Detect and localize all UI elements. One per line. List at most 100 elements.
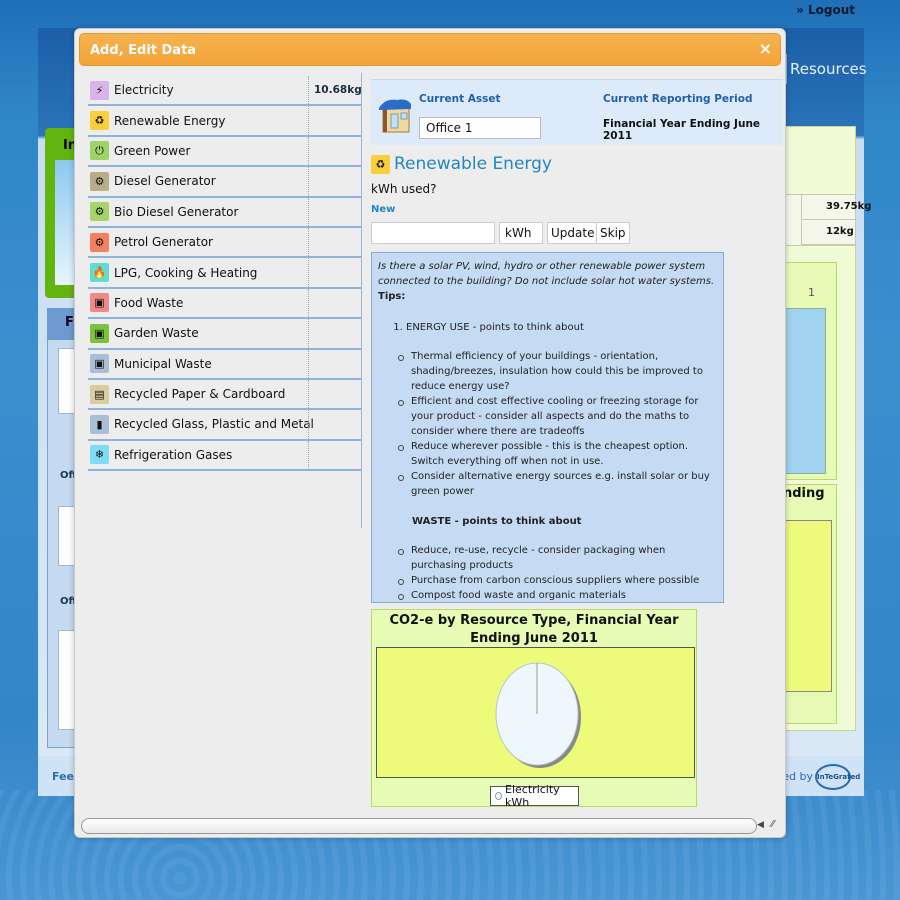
section-heading: ♻ Renewable Energy (371, 154, 552, 174)
resource-value (308, 136, 361, 166)
close-icon[interactable]: × (759, 39, 772, 58)
gear-icon: ⚙ (90, 232, 109, 252)
tip-item: Purchase from carbon conscious suppliers… (398, 573, 717, 588)
asset-info-panel: Current Asset Office 1 Current Reporting… (371, 79, 783, 145)
resource-value (308, 440, 361, 470)
usage-question: kWh used? (371, 182, 437, 196)
background-chart-title: nding (783, 486, 825, 501)
flame-icon: 🔥 (90, 263, 109, 283)
energy-heading: ENERGY USE - points to think about (406, 320, 717, 335)
pie-chart-svg (495, 662, 581, 768)
tips-question: Is there a solar PV, wind, hydro or othe… (378, 261, 715, 287)
resource-list: ⚡ Electricity 10.68kg ♻ Renewable Energy ⏻ Gre… (88, 76, 362, 472)
current-asset-field[interactable]: Office 1 (419, 117, 541, 139)
background-blue-panel-title: F (65, 315, 74, 330)
tips-panel: Is there a solar PV, wind, hydro or othe… (371, 252, 724, 603)
food-bin-icon: ▣ (90, 293, 109, 313)
recycle-icon: ♻ (90, 111, 109, 131)
resource-value (308, 319, 361, 348)
resource-value: 10.68kg (308, 76, 362, 105)
column-divider (361, 73, 362, 528)
tip-item: Consider alternative energy sources e.g.… (398, 469, 717, 499)
add-edit-data-dialog: Add, Edit Data × ⚡ Electricity 10.68kg ♻ Ren… (74, 28, 786, 838)
reporting-period-label: Current Reporting Period (603, 93, 753, 105)
reporting-period-value: Financial Year Ending June 2011 (603, 118, 761, 142)
lightning-icon: ⚡ (90, 80, 109, 100)
resource-item[interactable]: ▣ Garden Waste (88, 319, 361, 350)
resource-label: Food Waste (114, 295, 184, 310)
background-right-table: 39.75kg 12kg (782, 194, 871, 246)
resource-value (308, 379, 361, 409)
recycle-icon: ♻ (371, 154, 390, 174)
tip-item: Efficient and cost effective cooling or … (398, 394, 717, 439)
background-chart-bar (782, 308, 826, 474)
plug-icon: ⏻ (90, 141, 109, 161)
horizontal-scrollbar[interactable] (81, 818, 757, 834)
resource-item[interactable]: ♻ Renewable Energy (88, 106, 361, 137)
unit-select[interactable]: kWh (499, 222, 543, 244)
tip-item: Reduce, re-use, recycle - consider packa… (398, 543, 717, 573)
resource-item[interactable]: ▣ Food Waste (88, 288, 361, 320)
resource-item[interactable]: ▣ Municipal Waste (88, 349, 361, 380)
new-label: New (371, 204, 396, 215)
resource-item[interactable]: ⚡ Electricity 10.68kg (88, 76, 362, 107)
background-value: 39.75kg (801, 195, 871, 220)
waste-tips-list: Reduce, re-use, recycle - consider packa… (398, 543, 717, 603)
resource-value (308, 197, 361, 226)
usage-amount-input[interactable] (371, 222, 495, 244)
background-chart-plot (782, 520, 832, 692)
resource-value (308, 167, 361, 196)
resource-value (308, 349, 361, 378)
resource-value (308, 258, 361, 287)
resource-label: LPG, Cooking & Heating (114, 265, 258, 280)
resource-label: Refrigeration Gases (114, 447, 233, 462)
dialog-title: Add, Edit Data (90, 43, 197, 58)
resource-label: Green Power (114, 143, 191, 158)
resource-item[interactable]: ⚙ Petrol Generator (88, 227, 361, 259)
legend-swatch (495, 792, 503, 800)
chart-legend: Electricity kWh (490, 783, 579, 809)
resize-grip-icon[interactable]: ⁄⁄ (771, 819, 783, 833)
resource-item[interactable]: 🔥 LPG, Cooking & Heating (88, 258, 361, 289)
resource-label: Electricity (114, 83, 174, 98)
nav-separator (786, 54, 787, 84)
logout-link[interactable]: » Logout (796, 3, 855, 17)
resource-item[interactable]: ⚙ Diesel Generator (88, 167, 361, 198)
update-button[interactable]: Update (547, 222, 599, 244)
dialog-header[interactable]: Add, Edit Data × (79, 33, 781, 66)
integrated-logo: InTeGrated (815, 764, 860, 790)
resource-label: Petrol Generator (114, 235, 213, 250)
resource-label: Garden Waste (114, 326, 199, 341)
resource-item[interactable]: ⏻ Green Power (88, 136, 361, 168)
nav-resources[interactable]: Resources (790, 60, 867, 78)
resource-value (308, 106, 361, 135)
co2-chart: CO2-e by Resource Type, Financial Year E… (371, 609, 697, 809)
resource-value (308, 227, 361, 257)
garden-bin-icon: ▣ (90, 323, 109, 343)
background-chart-tick: 1 (808, 286, 815, 299)
resource-label: Bio Diesel Generator (114, 204, 239, 219)
resource-item[interactable]: ❄ Refrigeration Gases (88, 440, 361, 472)
background-value: 12kg (801, 220, 855, 245)
resource-value (308, 410, 361, 439)
paper-recycle-icon: ▤ (90, 384, 109, 404)
scroll-left-arrow-icon[interactable]: ◀ (757, 820, 764, 830)
chart-title: CO2-e by Resource Type, Financial Year E… (389, 613, 679, 646)
resource-item[interactable]: ▮ Recycled Glass, Plastic and Metal (88, 410, 361, 441)
gear-icon: ⚙ (90, 202, 109, 222)
resource-value (308, 288, 361, 318)
resource-label: Municipal Waste (114, 356, 212, 371)
current-asset-label: Current Asset (419, 93, 501, 105)
tip-item: Reduce wherever possible - this is the c… (398, 439, 717, 469)
resource-label: Renewable Energy (114, 113, 226, 128)
gear-icon: ⚙ (90, 171, 109, 191)
resource-label: Recycled Glass, Plastic and Metal (114, 417, 314, 432)
resource-label: Recycled Paper & Cardboard (114, 387, 286, 402)
resource-item[interactable]: ⚙ Bio Diesel Generator (88, 197, 361, 228)
bottle-icon: ▮ (90, 414, 109, 434)
section-title: Renewable Energy (394, 154, 552, 174)
chart-plot-area (376, 647, 695, 778)
legend-label: Electricity kWh (505, 783, 560, 809)
resource-item[interactable]: ▤ Recycled Paper & Cardboard (88, 379, 361, 411)
skip-button[interactable]: Skip (596, 222, 630, 244)
